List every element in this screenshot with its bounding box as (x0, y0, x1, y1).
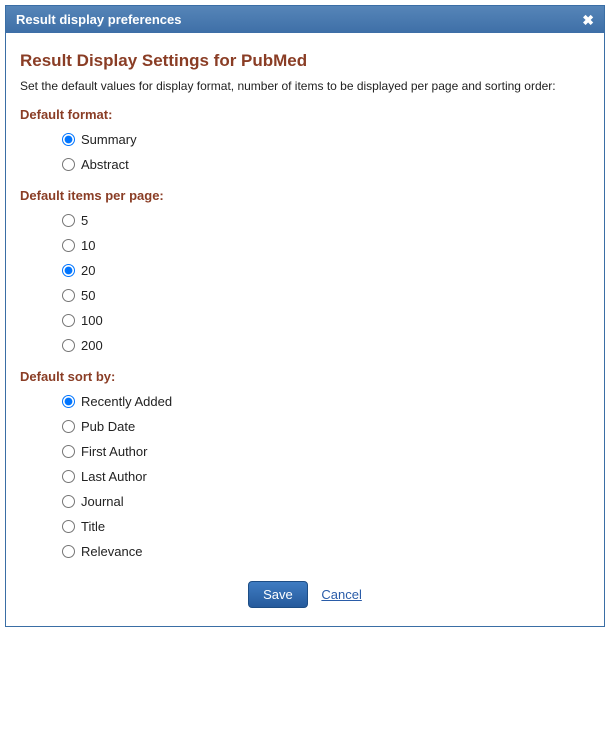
format-section-label: Default format: (20, 107, 590, 122)
sort-section-label: Default sort by: (20, 369, 590, 384)
page-description: Set the default values for display forma… (20, 79, 590, 93)
dialog-titlebar: Result display preferences ✖ (6, 6, 604, 33)
items-radio-5[interactable] (62, 214, 75, 227)
items-label-20[interactable]: 20 (81, 263, 95, 278)
sort-option-pub-date: Pub Date (62, 419, 590, 434)
sort-option-last-author: Last Author (62, 469, 590, 484)
sort-option-recently-added: Recently Added (62, 394, 590, 409)
sort-radio-group: Recently Added Pub Date First Author Last A… (20, 394, 590, 559)
sort-label-relevance[interactable]: Relevance (81, 544, 142, 559)
items-option-5: 5 (62, 213, 590, 228)
sort-label-first-author[interactable]: First Author (81, 444, 147, 459)
items-radio-200[interactable] (62, 339, 75, 352)
items-radio-10[interactable] (62, 239, 75, 252)
items-section-label: Default items per page: (20, 188, 590, 203)
sort-radio-last-author[interactable] (62, 470, 75, 483)
format-option-summary: Summary (62, 132, 590, 147)
format-radio-summary[interactable] (62, 133, 75, 146)
items-radio-group: 5 10 20 50 100 200 (20, 213, 590, 353)
items-option-50: 50 (62, 288, 590, 303)
items-radio-100[interactable] (62, 314, 75, 327)
format-label-summary[interactable]: Summary (81, 132, 137, 147)
cancel-link[interactable]: Cancel (321, 587, 361, 602)
sort-option-relevance: Relevance (62, 544, 590, 559)
dialog-content: Result Display Settings for PubMed Set t… (6, 33, 604, 626)
sort-radio-title[interactable] (62, 520, 75, 533)
items-option-200: 200 (62, 338, 590, 353)
items-option-20: 20 (62, 263, 590, 278)
items-label-100[interactable]: 100 (81, 313, 103, 328)
format-radio-abstract[interactable] (62, 158, 75, 171)
items-radio-50[interactable] (62, 289, 75, 302)
items-label-5[interactable]: 5 (81, 213, 88, 228)
sort-label-last-author[interactable]: Last Author (81, 469, 147, 484)
format-option-abstract: Abstract (62, 157, 590, 172)
dialog-actions: Save Cancel (20, 581, 590, 608)
sort-label-pub-date[interactable]: Pub Date (81, 419, 135, 434)
save-button[interactable]: Save (248, 581, 308, 608)
items-radio-20[interactable] (62, 264, 75, 277)
sort-option-title: Title (62, 519, 590, 534)
preferences-dialog: Result display preferences ✖ Result Disp… (5, 5, 605, 627)
format-label-abstract[interactable]: Abstract (81, 157, 129, 172)
sort-radio-relevance[interactable] (62, 545, 75, 558)
sort-option-journal: Journal (62, 494, 590, 509)
sort-radio-pub-date[interactable] (62, 420, 75, 433)
sort-radio-journal[interactable] (62, 495, 75, 508)
sort-label-recently-added[interactable]: Recently Added (81, 394, 172, 409)
items-label-10[interactable]: 10 (81, 238, 95, 253)
sort-label-journal[interactable]: Journal (81, 494, 124, 509)
format-radio-group: Summary Abstract (20, 132, 590, 172)
items-option-10: 10 (62, 238, 590, 253)
close-icon[interactable]: ✖ (582, 13, 594, 27)
sort-radio-recently-added[interactable] (62, 395, 75, 408)
sort-radio-first-author[interactable] (62, 445, 75, 458)
items-label-200[interactable]: 200 (81, 338, 103, 353)
items-option-100: 100 (62, 313, 590, 328)
sort-option-first-author: First Author (62, 444, 590, 459)
items-label-50[interactable]: 50 (81, 288, 95, 303)
sort-label-title[interactable]: Title (81, 519, 105, 534)
page-heading: Result Display Settings for PubMed (20, 51, 590, 71)
dialog-title: Result display preferences (16, 12, 181, 27)
